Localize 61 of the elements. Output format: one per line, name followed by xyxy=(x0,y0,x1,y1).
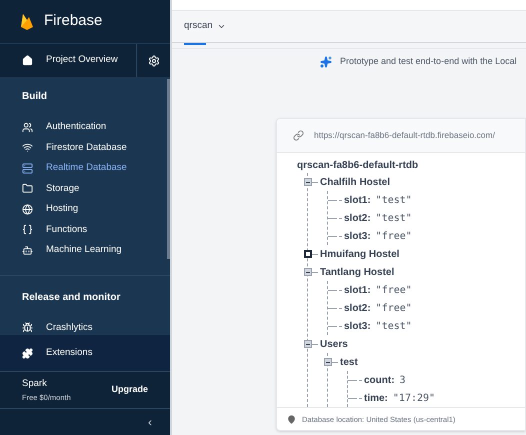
node-key: slot3: xyxy=(344,318,371,334)
robot-icon xyxy=(22,244,33,256)
root-node-label[interactable]: qrscan-fa8b6-default-rtdb xyxy=(297,157,525,173)
node-label[interactable]: Users xyxy=(320,336,348,352)
settings-icon xyxy=(148,54,160,66)
node-key: count: xyxy=(364,372,395,388)
flame-logo-icon xyxy=(20,12,34,30)
collapse-toggle[interactable] xyxy=(304,268,312,276)
nav-item[interactable]: Functions xyxy=(0,220,170,240)
nav-item[interactable]: Hosting xyxy=(0,199,170,220)
section-heading: Release and monitor xyxy=(21,290,122,304)
people-icon xyxy=(22,122,33,133)
section-heading: Build xyxy=(21,90,48,104)
database-url: https://qrscan-fa8b6-default-rtdb.firebaseio.com/ xyxy=(314,129,495,142)
upgrade-button[interactable]: Upgrade xyxy=(111,383,148,397)
nav-item[interactable]: Crashlytics xyxy=(0,318,170,338)
node-label[interactable]: Tantlang Hostel xyxy=(320,264,394,280)
banner-text: Prototype and test end-to-end with the Local xyxy=(340,54,517,68)
folder-icon xyxy=(22,183,33,194)
collapse-toggle[interactable] xyxy=(304,178,312,186)
expand-toggle[interactable] xyxy=(304,250,312,258)
nav-item[interactable]: Realtime Database xyxy=(0,158,170,178)
node-label[interactable]: Chalfilh Hostel xyxy=(320,174,390,190)
nav-item[interactable]: Firestore Database xyxy=(0,138,170,158)
node-key: time: xyxy=(364,390,388,406)
node-value: 3 xyxy=(400,374,406,388)
node-value: "free" xyxy=(376,230,412,244)
active-tab-indicator xyxy=(184,43,206,45)
node-label[interactable]: Hmuifang Hostel xyxy=(320,246,400,262)
plan-name: Spark xyxy=(22,377,48,392)
home-icon xyxy=(22,55,33,66)
node-key: slot1: xyxy=(344,192,371,208)
node-key: slot2: xyxy=(344,210,371,226)
extensions-link[interactable]: Extensions xyxy=(0,335,170,371)
brand-name: Firebase xyxy=(44,11,102,32)
collapse-toggle[interactable] xyxy=(304,340,312,348)
braces-icon xyxy=(22,224,33,236)
nav-item[interactable]: Storage xyxy=(0,178,170,199)
globe-icon xyxy=(22,204,33,215)
node-value: "test" xyxy=(376,194,412,208)
puzzle-icon xyxy=(22,348,33,358)
node-key: slot1: xyxy=(344,282,371,298)
location-pin-icon xyxy=(287,415,296,424)
collapse-toggle[interactable] xyxy=(324,358,332,366)
bug-icon xyxy=(22,322,33,334)
node-value: "test" xyxy=(376,212,412,226)
nav-item[interactable]: Machine Learning xyxy=(0,240,170,260)
node-value: "free" xyxy=(376,302,412,316)
node-value: "free" xyxy=(376,284,412,298)
server-icon xyxy=(22,162,33,174)
nav-item[interactable]: Authentication xyxy=(0,117,170,138)
node-key: slot2: xyxy=(344,300,371,316)
node-key: slot3: xyxy=(344,228,371,244)
link-icon xyxy=(293,130,304,141)
node-value: "17:29" xyxy=(392,392,436,406)
sparkle-icon xyxy=(320,56,332,68)
project-selector[interactable]: qrscan xyxy=(184,19,226,34)
node-value: "test" xyxy=(376,320,412,334)
node-label[interactable]: test xyxy=(340,354,358,370)
dropdown-icon xyxy=(216,22,226,31)
collapse-button[interactable]: ‹ xyxy=(148,413,152,431)
